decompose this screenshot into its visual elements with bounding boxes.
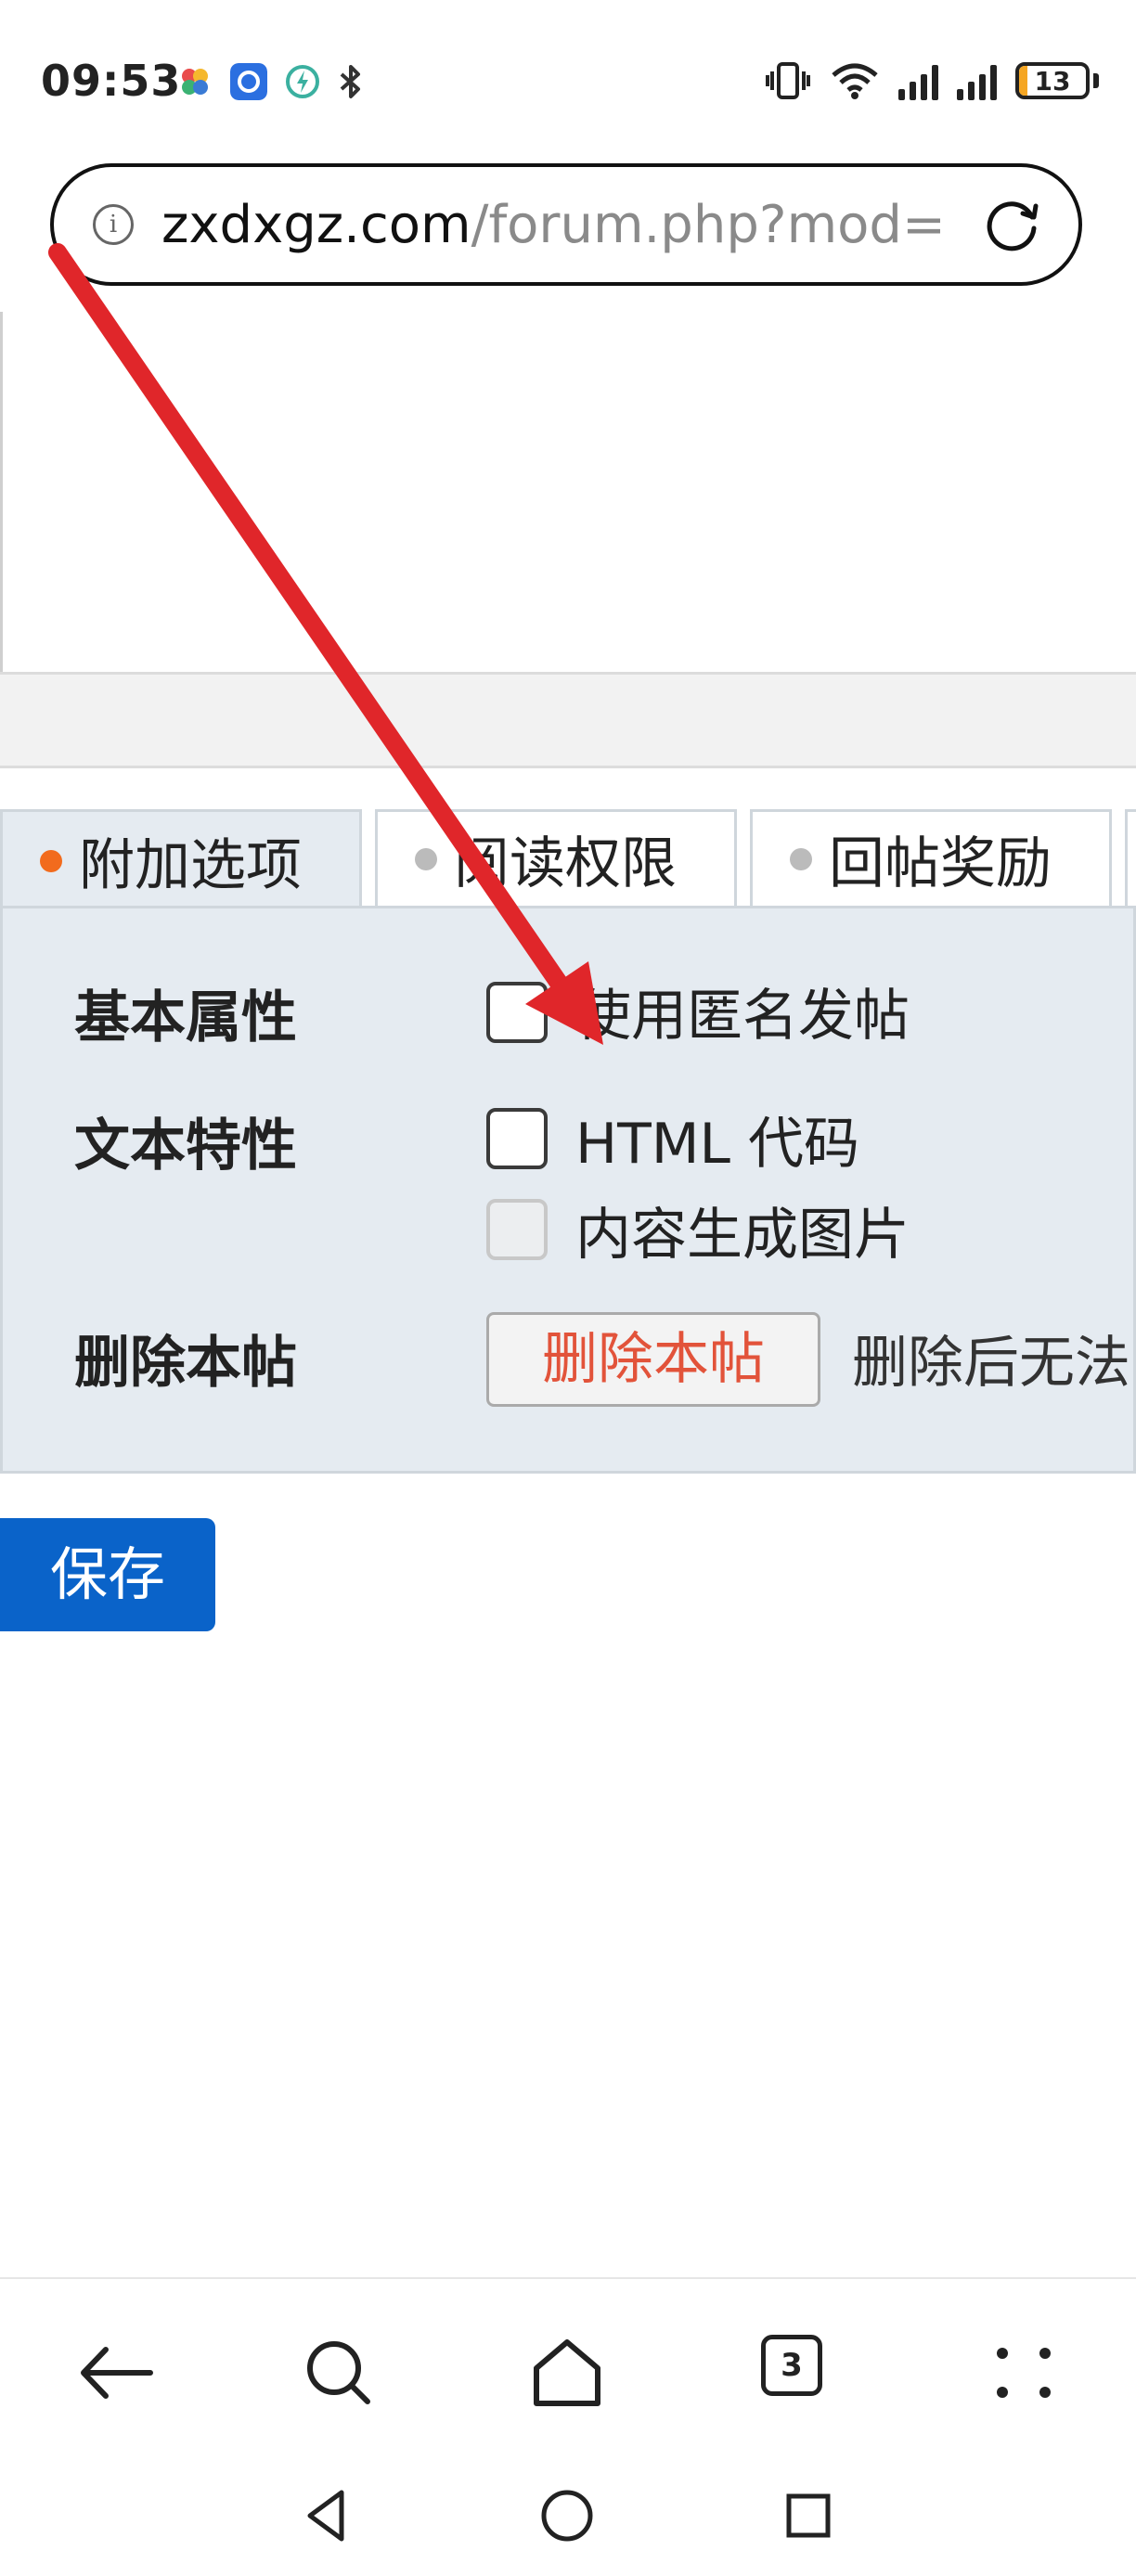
bluetooth-icon	[340, 65, 360, 98]
tab-dot-icon	[790, 847, 812, 870]
delete-post-button[interactable]: 删除本帖	[486, 1312, 820, 1407]
tab-label: 附加选项	[79, 833, 302, 898]
search-icon[interactable]	[297, 2331, 381, 2415]
reload-icon[interactable]	[982, 195, 1043, 256]
vibrate-icon	[766, 62, 810, 99]
nav-recents-icon[interactable]	[778, 2485, 839, 2546]
home-icon[interactable]	[525, 2331, 609, 2415]
status-indicators: 13	[765, 58, 1099, 104]
battery-level: 13	[1034, 65, 1071, 97]
url-text[interactable]: zxdxgz.com/forum.php?mod=	[161, 195, 997, 255]
status-time: 09:53	[41, 56, 182, 106]
delete-post-label: 删除本帖	[74, 1331, 297, 1396]
status-bar: 09:53 13	[0, 0, 1136, 158]
url-domain: zxdxgz.com	[161, 195, 471, 255]
generate-image-checkbox	[486, 1199, 548, 1260]
signal-icon-2	[957, 61, 997, 100]
wifi-icon	[832, 63, 878, 99]
battery-icon: 13	[1015, 62, 1090, 99]
delete-warning-text: 删除后无法	[852, 1331, 1130, 1396]
menu-icon[interactable]	[982, 2331, 1065, 2415]
tab-label: 阅读权限	[454, 831, 677, 896]
anonymous-checkbox[interactable]	[486, 982, 548, 1043]
nav-home-icon[interactable]	[536, 2485, 598, 2546]
site-info-icon[interactable]: i	[93, 204, 134, 245]
battery-tip	[1093, 73, 1099, 88]
basic-properties-label: 基本属性	[74, 985, 297, 1050]
tab-dot-icon	[415, 847, 437, 870]
tabs-count-icon[interactable]: 3	[761, 2335, 822, 2396]
signal-icon-1	[898, 61, 938, 100]
tab-dot-icon	[40, 849, 62, 872]
save-button[interactable]: 保存	[0, 1518, 215, 1631]
editor-footer-strip	[0, 672, 1136, 768]
browser-toolbar	[0, 2277, 1136, 2461]
tab-label: 回帖奖励	[829, 831, 1052, 896]
app-notification-icon	[182, 69, 208, 95]
back-icon[interactable]	[74, 2331, 158, 2415]
html-code-checkbox[interactable]	[486, 1108, 548, 1169]
tab-read-permission[interactable]: 阅读权限	[375, 809, 737, 906]
text-features-label: 文本特性	[74, 1114, 297, 1179]
nav-back-icon[interactable]	[297, 2485, 358, 2546]
blue-app-icon	[230, 63, 267, 100]
options-tabs: 附加选项 阅读权限 回帖奖励	[0, 809, 1136, 909]
tab-reply-reward[interactable]: 回帖奖励	[750, 809, 1112, 906]
charging-app-icon	[286, 65, 319, 98]
generate-image-label: 内容生成图片	[575, 1203, 910, 1268]
url-path: /forum.php?mod=	[471, 195, 946, 255]
address-bar[interactable]: i zxdxgz.com/forum.php?mod=	[50, 163, 1082, 286]
system-nav-bar	[0, 2459, 1136, 2576]
html-code-label: HTML 代码	[575, 1112, 860, 1177]
anonymous-label: 使用匿名发帖	[575, 984, 910, 1049]
tab-more[interactable]	[1125, 809, 1136, 906]
tab-extra-options[interactable]: 附加选项	[0, 809, 362, 909]
